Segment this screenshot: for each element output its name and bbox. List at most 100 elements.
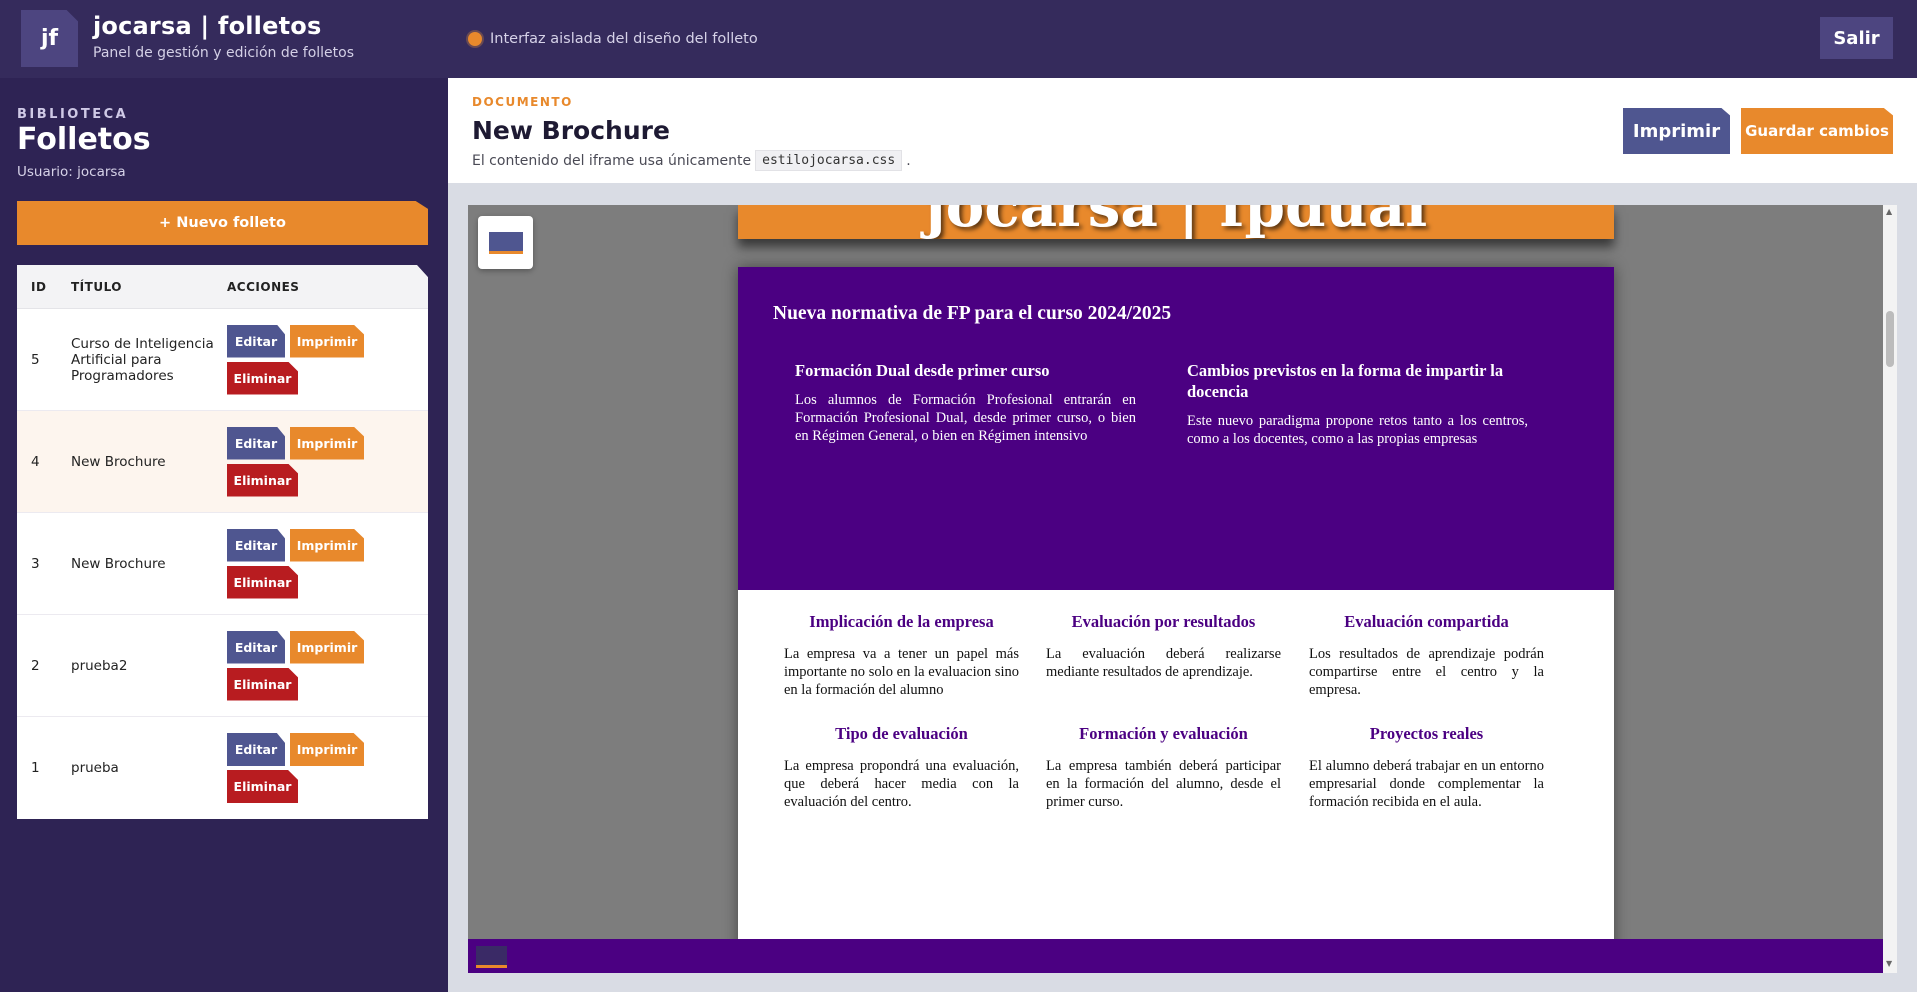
hero-column-text: Los alumnos de Formación Profesional ent… — [795, 392, 1136, 444]
app-title: jocarsa | folletos — [93, 12, 322, 40]
row-id: 2 — [31, 657, 40, 674]
feature-title: Formación y evaluación — [1079, 724, 1248, 743]
feature-text: El alumno deberá trabajar en un entorno … — [1309, 758, 1544, 810]
feature-text: La empresa va a tener un papel más impor… — [784, 646, 1019, 698]
document-title: New Brochure — [472, 116, 670, 145]
row-actions: Editar Imprimir Eliminar — [227, 733, 428, 803]
edit-button[interactable]: Editar — [227, 324, 285, 358]
feature-card: Formación y evaluación La empresa tambié… — [1046, 724, 1281, 811]
delete-button[interactable]: Eliminar — [227, 463, 298, 497]
print-button[interactable]: Imprimir — [290, 324, 364, 358]
preview-toggle-icon — [488, 231, 523, 254]
row-title: prueba — [71, 760, 119, 776]
feature-text: La empresa propondrá una evaluación, que… — [784, 758, 1019, 810]
status-text: Interfaz aislada del diseño del folleto — [490, 31, 758, 47]
edit-button[interactable]: Editar — [227, 733, 285, 766]
top-bar: jf jocarsa | folletos Panel de gestión y… — [0, 0, 1917, 78]
print-button[interactable]: Imprimir — [290, 630, 364, 664]
iframe-style-note: El contenido del iframe usa únicamente e… — [472, 150, 911, 171]
note-suffix: . — [906, 152, 911, 169]
feature-title: Evaluación compartida — [1344, 612, 1509, 631]
scrollbar-thumb[interactable] — [1886, 311, 1894, 367]
delete-button[interactable]: Eliminar — [227, 361, 298, 395]
feature-text: Los resultados de aprendizaje podrán com… — [1309, 646, 1544, 698]
current-user: Usuario: jocarsa — [17, 164, 126, 180]
hero-column: Cambios previstos en la forma de imparti… — [1187, 360, 1528, 448]
row-id: 4 — [31, 453, 40, 470]
row-title: New Brochure — [71, 555, 166, 572]
feature-card: Evaluación por resultados La evaluación … — [1046, 612, 1281, 681]
iframe-scrollbar[interactable]: ▲ ▼ — [1883, 205, 1897, 973]
feature-card: Implicación de la empresa La empresa va … — [784, 612, 1019, 699]
row-id: 1 — [31, 760, 40, 776]
print-button[interactable]: Imprimir — [290, 426, 364, 460]
column-header-id: ID — [31, 279, 47, 294]
hero-column-text: Este nuevo paradigma propone retos tanto… — [1187, 413, 1528, 447]
brochure-footer-strip — [468, 939, 1883, 973]
document-kicker: DOCUMENTO — [472, 95, 573, 109]
feature-card: Evaluación compartida Los resultados de … — [1309, 612, 1544, 699]
edit-button[interactable]: Editar — [227, 630, 285, 664]
column-header-actions: ACCIONES — [227, 279, 300, 294]
sidebar: BIBLIOTECA Folletos Usuario: jocarsa + N… — [0, 78, 448, 992]
brochure-title-banner: jocarsa | fpdual — [738, 205, 1614, 239]
new-brochure-button[interactable]: + Nuevo folleto — [17, 201, 428, 245]
note-prefix: El contenido del iframe usa únicamente — [472, 152, 752, 169]
row-id: 3 — [31, 555, 40, 572]
scroll-down-arrow-icon[interactable]: ▼ — [1886, 959, 1892, 968]
preview-toggle-button[interactable] — [478, 216, 533, 269]
row-title: Curso de Inteligencia Artificial para Pr… — [71, 335, 214, 384]
hero-heading: Nueva normativa de FP para el curso 2024… — [773, 303, 1172, 324]
delete-button[interactable]: Eliminar — [227, 667, 298, 701]
stylesheet-filename: estilojocarsa.css — [755, 150, 903, 171]
brochure-banner-title: jocarsa | fpdual — [924, 205, 1428, 239]
row-actions: Editar Imprimir Eliminar — [227, 630, 428, 701]
feature-text: La empresa también deberá participar en … — [1046, 758, 1281, 810]
sidebar-kicker: BIBLIOTECA — [17, 107, 129, 122]
document-header: DOCUMENTO New Brochure El contenido del … — [448, 78, 1917, 183]
edit-button[interactable]: Editar — [227, 528, 285, 562]
brochure-hero: Nueva normativa de FP para el curso 2024… — [738, 267, 1614, 590]
page-scrollbar-track — [1897, 183, 1917, 992]
row-actions: Editar Imprimir Eliminar — [227, 324, 428, 395]
app-logo: jf — [21, 10, 78, 67]
table-header: ID TÍTULO ACCIONES — [17, 265, 428, 309]
brochure-preview-iframe[interactable]: jocarsa | fpdual Nueva normativa de FP p… — [468, 205, 1897, 973]
feature-title: Proyectos reales — [1369, 724, 1484, 743]
hero-column: Formación Dual desde primer curso Los al… — [795, 360, 1136, 445]
row-actions: Editar Imprimir Eliminar — [227, 528, 428, 599]
row-id: 5 — [31, 351, 40, 368]
scroll-up-arrow-icon[interactable]: ▲ — [1886, 207, 1892, 216]
feature-text: La evaluación deberá realizarse mediante… — [1046, 646, 1281, 680]
table-row[interactable]: 3 New Brochure Editar Imprimir Eliminar — [17, 513, 428, 615]
sidebar-title: Folletos — [17, 122, 151, 157]
row-title: prueba2 — [71, 657, 128, 674]
feature-card: Tipo de evaluación La empresa propondrá … — [784, 724, 1019, 811]
edit-button[interactable]: Editar — [227, 426, 285, 460]
hero-column-title: Formación Dual desde primer curso — [795, 361, 1050, 380]
feature-title: Evaluación por resultados — [1071, 612, 1256, 631]
footer-thumbnail-icon — [476, 946, 507, 968]
delete-button[interactable]: Eliminar — [227, 565, 298, 599]
status-dot-icon — [468, 32, 482, 46]
delete-button[interactable]: Eliminar — [227, 770, 298, 803]
brochure-table: ID TÍTULO ACCIONES 5 Curso de Inteligenc… — [17, 265, 428, 819]
isolation-status: Interfaz aislada del diseño del folleto — [468, 31, 758, 47]
table-row[interactable]: 2 prueba2 Editar Imprimir Eliminar — [17, 615, 428, 717]
table-row[interactable]: 1 prueba Editar Imprimir Eliminar — [17, 717, 428, 819]
print-document-button[interactable]: Imprimir — [1623, 108, 1730, 154]
table-row[interactable]: 5 Curso de Inteligencia Artificial para … — [17, 309, 428, 411]
feature-title: Implicación de la empresa — [809, 612, 994, 631]
feature-card: Proyectos reales El alumno deberá trabaj… — [1309, 724, 1544, 811]
column-header-title: TÍTULO — [71, 279, 122, 294]
app-subtitle: Panel de gestión y edición de folletos — [93, 45, 355, 61]
brochure-page: Nueva normativa de FP para el curso 2024… — [738, 267, 1614, 973]
save-changes-button[interactable]: Guardar cambios — [1741, 108, 1893, 154]
feature-title: Tipo de evaluación — [835, 724, 968, 743]
table-row-selected[interactable]: 4 New Brochure Editar Imprimir Eliminar — [17, 411, 428, 513]
print-button[interactable]: Imprimir — [290, 733, 364, 766]
hero-column-title: Cambios previstos en la forma de imparti… — [1187, 361, 1504, 401]
print-button[interactable]: Imprimir — [290, 528, 364, 562]
logout-button[interactable]: Salir — [1820, 17, 1893, 59]
row-title: New Brochure — [71, 453, 166, 470]
